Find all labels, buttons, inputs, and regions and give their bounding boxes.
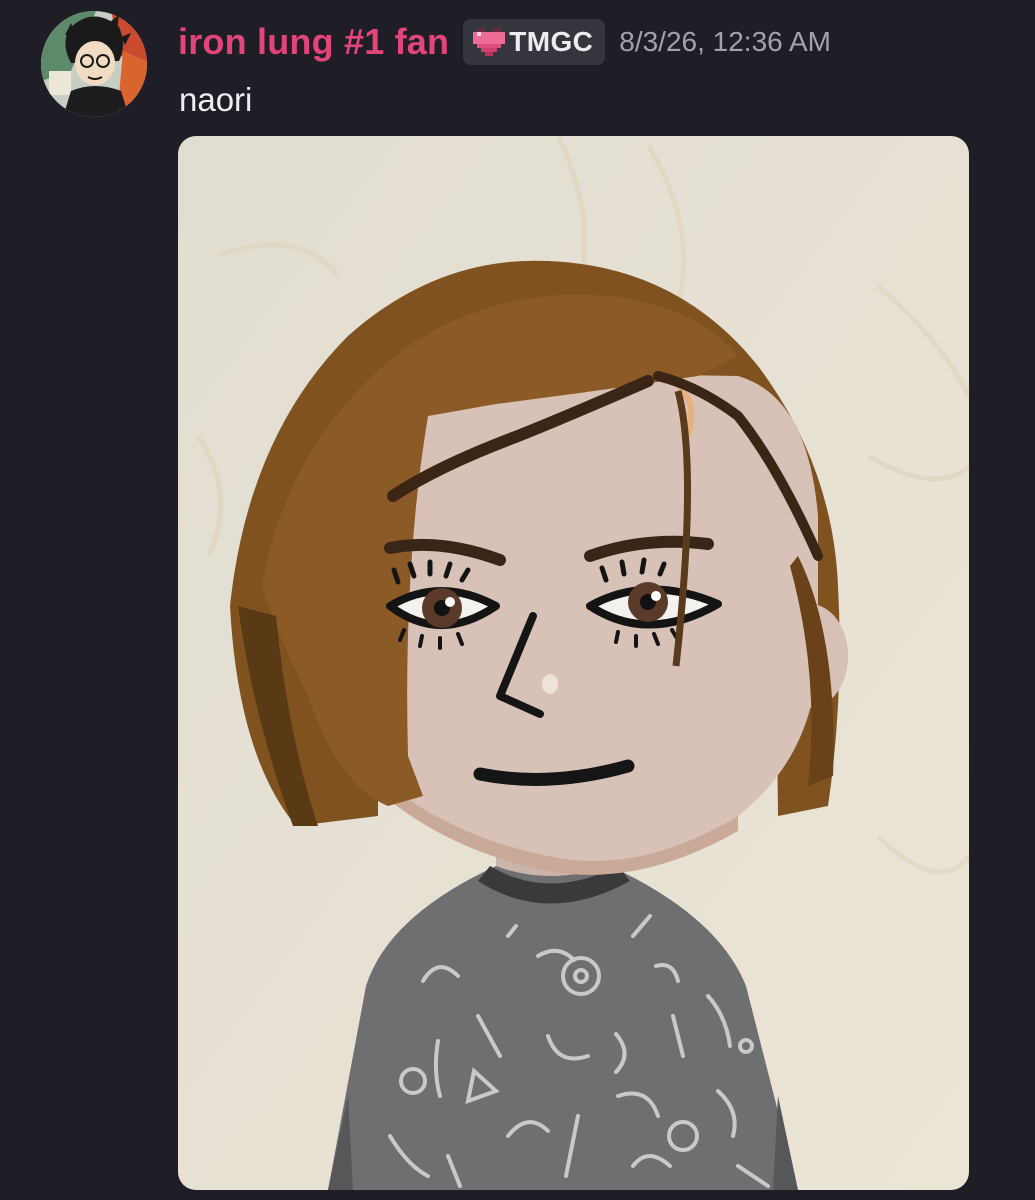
user-avatar[interactable] [41, 11, 147, 117]
message-text: naori [179, 81, 253, 118]
image-attachment[interactable] [178, 136, 969, 1190]
chat-message: iron lung #1 fan TMGC 8/3/26, 12:36 AM n… [0, 0, 1035, 1200]
message-header: iron lung #1 fan TMGC 8/3/26, 12:36 AM [178, 14, 831, 70]
guild-tag-badge[interactable]: TMGC [463, 19, 606, 65]
pink-heart-icon [473, 28, 506, 56]
mii-portrait-image [178, 136, 969, 1190]
guild-tag-label: TMGC [509, 26, 594, 57]
message-timestamp[interactable]: 8/3/26, 12:36 AM [619, 26, 831, 58]
author-name[interactable]: iron lung #1 fan [178, 21, 449, 63]
